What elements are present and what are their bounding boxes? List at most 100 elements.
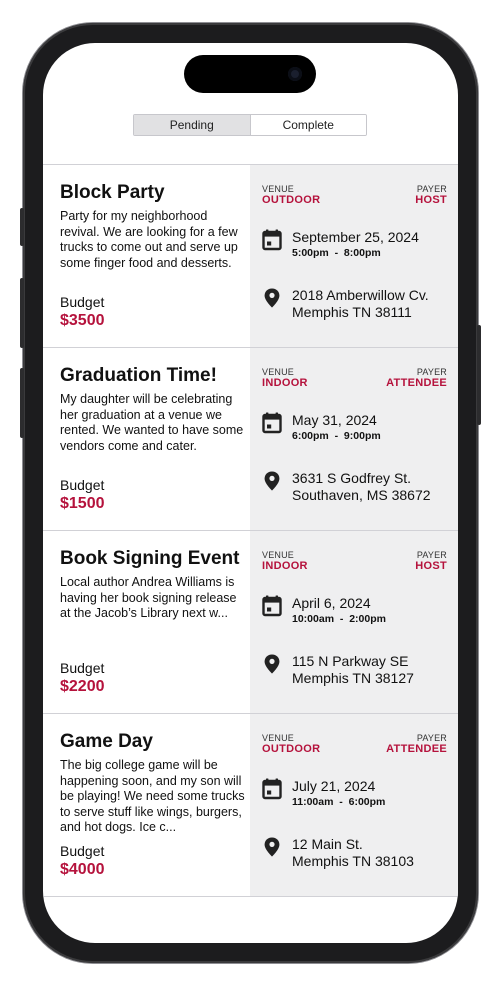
budget-value: $1500	[60, 495, 105, 512]
budget-label: Budget	[60, 477, 105, 493]
event-title: Book Signing Event	[60, 548, 240, 569]
address-info: 115 N Parkway SE Memphis TN 38127	[292, 653, 414, 687]
tab-complete[interactable]: Complete	[249, 115, 366, 135]
budget-block: Budget $3500	[60, 294, 105, 330]
event-time: 11:00am - 6:00pm	[292, 796, 386, 808]
address-row: 3631 S Godfrey St. Southaven, MS 38672	[262, 470, 431, 504]
address-info: 12 Main St. Memphis TN 38103	[292, 836, 414, 870]
tag-row: VENUE INDOOR PAYER HOST	[262, 550, 447, 573]
event-summary: Graduation Time! My daughter will be cel…	[43, 348, 250, 530]
venue-label: VENUE	[262, 733, 295, 743]
venue-value: INDOOR	[262, 560, 308, 572]
event-description: The big college game will be happening s…	[60, 758, 245, 834]
venue-tag: VENUE OUTDOOR	[262, 733, 320, 756]
tab-pending[interactable]: Pending	[134, 115, 250, 135]
date-info: May 31, 2024 6:00pm - 9:00pm	[292, 412, 381, 443]
payer-value: HOST	[415, 194, 447, 206]
event-details: VENUE INDOOR PAYER ATTENDEE May 31, 2024…	[250, 348, 458, 530]
event-summary: Block Party Party for my neighborhood re…	[43, 165, 250, 347]
power-button	[477, 325, 481, 425]
venue-value: OUTDOOR	[262, 194, 321, 206]
address-line-2: Southaven, MS 38672	[292, 487, 431, 503]
venue-tag: VENUE OUTDOOR	[262, 184, 320, 207]
venue-value: INDOOR	[262, 377, 308, 389]
event-summary: Book Signing Event Local author Andrea W…	[43, 531, 250, 713]
event-details: VENUE OUTDOOR PAYER HOST September 25, 2…	[250, 165, 458, 347]
budget-block: Budget $2200	[60, 660, 105, 696]
tag-row: VENUE OUTDOOR PAYER ATTENDEE	[262, 733, 447, 756]
event-date: April 6, 2024	[292, 595, 371, 611]
venue-tag: VENUE INDOOR	[262, 550, 308, 573]
budget-value: $3500	[60, 312, 105, 329]
address-line-1: 2018 Amberwillow Cv.	[292, 287, 429, 303]
venue-label: VENUE	[262, 367, 295, 377]
venue-label: VENUE	[262, 184, 295, 194]
event-card[interactable]: Book Signing Event Local author Andrea W…	[43, 530, 458, 713]
address-row: 2018 Amberwillow Cv. Memphis TN 38111	[262, 287, 429, 321]
venue-value: OUTDOOR	[262, 743, 321, 755]
payer-value: ATTENDEE	[386, 377, 447, 389]
payer-label: PAYER	[416, 184, 447, 194]
action-button	[20, 208, 24, 246]
event-date: September 25, 2024	[292, 229, 419, 245]
event-summary: Game Day The big college game will be ha…	[43, 714, 250, 896]
date-row: April 6, 2024 10:00am - 2:00pm	[262, 595, 386, 626]
payer-label: PAYER	[416, 550, 447, 560]
event-time: 6:00pm - 9:00pm	[292, 430, 381, 442]
payer-tag: PAYER ATTENDEE	[386, 367, 447, 390]
venue-label: VENUE	[262, 550, 295, 560]
event-time: 10:00am - 2:00pm	[292, 613, 386, 625]
address-line-1: 3631 S Godfrey St.	[292, 470, 412, 486]
volume-up-button	[20, 278, 24, 348]
event-title: Graduation Time!	[60, 365, 217, 386]
event-list: Block Party Party for my neighborhood re…	[43, 164, 458, 897]
payer-tag: PAYER ATTENDEE	[386, 733, 447, 756]
date-info: July 21, 2024 11:00am - 6:00pm	[292, 778, 385, 809]
budget-label: Budget	[60, 660, 105, 676]
volume-down-button	[20, 368, 24, 438]
address-line-2: Memphis TN 38127	[292, 670, 414, 686]
calendar-icon	[262, 412, 282, 434]
event-title: Block Party	[60, 182, 165, 203]
date-info: April 6, 2024 10:00am - 2:00pm	[292, 595, 386, 626]
budget-label: Budget	[60, 843, 105, 859]
address-line-1: 115 N Parkway SE	[292, 653, 409, 669]
calendar-icon	[262, 778, 282, 800]
location-pin-icon	[264, 654, 280, 674]
date-row: July 21, 2024 11:00am - 6:00pm	[262, 778, 385, 809]
address-info: 2018 Amberwillow Cv. Memphis TN 38111	[292, 287, 429, 321]
calendar-icon	[262, 595, 282, 617]
location-pin-icon	[264, 837, 280, 857]
event-details: VENUE INDOOR PAYER HOST April 6, 2024 10…	[250, 531, 458, 713]
event-description: Party for my neighborhood revival. We ar…	[60, 209, 238, 270]
event-card[interactable]: Game Day The big college game will be ha…	[43, 713, 458, 897]
status-segmented-control: Pending Complete	[133, 114, 367, 136]
date-info: September 25, 2024 5:00pm - 8:00pm	[292, 229, 419, 260]
venue-tag: VENUE INDOOR	[262, 367, 308, 390]
address-line-1: 12 Main St.	[292, 836, 363, 852]
address-info: 3631 S Godfrey St. Southaven, MS 38672	[292, 470, 431, 504]
camera-icon	[288, 67, 302, 81]
budget-block: Budget $1500	[60, 477, 105, 513]
budget-value: $4000	[60, 861, 105, 878]
address-line-2: Memphis TN 38111	[292, 304, 412, 320]
location-pin-icon	[264, 288, 280, 308]
location-pin-icon	[264, 471, 280, 491]
address-row: 12 Main St. Memphis TN 38103	[262, 836, 414, 870]
event-date: May 31, 2024	[292, 412, 377, 428]
event-card[interactable]: Block Party Party for my neighborhood re…	[43, 164, 458, 347]
address-line-2: Memphis TN 38103	[292, 853, 414, 869]
event-description: My daughter will be celebrating her grad…	[60, 392, 244, 453]
payer-value: ATTENDEE	[386, 743, 447, 755]
budget-value: $2200	[60, 678, 105, 695]
calendar-icon	[262, 229, 282, 251]
budget-label: Budget	[60, 294, 105, 310]
app-screen: Pending Complete Block Party Party for m…	[43, 43, 458, 943]
event-description: Local author Andrea Williams is having h…	[60, 575, 237, 620]
payer-value: HOST	[415, 560, 447, 572]
event-card[interactable]: Graduation Time! My daughter will be cel…	[43, 347, 458, 530]
date-row: September 25, 2024 5:00pm - 8:00pm	[262, 229, 419, 260]
event-title: Game Day	[60, 731, 153, 752]
address-row: 115 N Parkway SE Memphis TN 38127	[262, 653, 414, 687]
event-details: VENUE OUTDOOR PAYER ATTENDEE July 21, 20…	[250, 714, 458, 896]
